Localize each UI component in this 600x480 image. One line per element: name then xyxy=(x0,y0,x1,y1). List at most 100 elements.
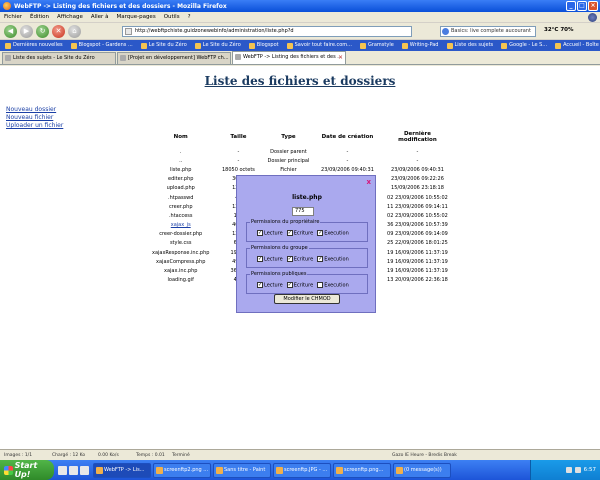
tab-close-icon[interactable]: × xyxy=(338,52,343,63)
table-row[interactable]: liste.php 18050 octets Fichier 23/09/2006 0… xyxy=(148,165,453,174)
menu-edition[interactable]: Édition xyxy=(30,14,49,20)
menu-marque-pages[interactable]: Marque-pages xyxy=(116,14,155,20)
minimize-button[interactable]: _ xyxy=(566,1,576,11)
bookmark-item[interactable]: Savoir tout faire.com... xyxy=(284,41,355,50)
menu-fichier[interactable]: Fichier xyxy=(4,14,22,20)
chmod-dialog: x liste.php 775 Permissions du propriéta… xyxy=(236,175,376,313)
stop-button[interactable]: ✕ xyxy=(52,24,65,38)
quicklaunch-icon[interactable] xyxy=(58,465,67,475)
upload-file-link[interactable]: Uploader un fichier xyxy=(6,122,63,129)
firefox-icon xyxy=(3,2,11,10)
tab-projet-webftp[interactable]: [Projet en développement] WebFTP ch... xyxy=(117,52,231,64)
menu-outils[interactable]: Outils xyxy=(164,14,180,20)
file-modified-cell: 36 23/09/2006 10:57:39 xyxy=(387,222,448,229)
close-window-button[interactable]: × xyxy=(588,1,598,11)
paint-icon xyxy=(216,466,223,474)
menu-aide[interactable]: ? xyxy=(188,14,191,20)
owner-read-option[interactable]: ✓ Lecture xyxy=(257,230,283,237)
url-bar[interactable]: http://webftpchiste.guidzonewebinfo/admi… xyxy=(122,26,412,37)
group-write-option[interactable]: ✓ Ecriture xyxy=(286,256,313,263)
owner-permissions-group: Permissions du propriétaire ✓ Lecture ✓ Ec… xyxy=(246,219,368,242)
file-name-cell[interactable]: xajaxResponse.inc.php xyxy=(148,248,213,257)
public-write-option[interactable]: ✓ Ecriture xyxy=(286,282,313,289)
bookmark-item[interactable]: Dernières nouvelles xyxy=(2,41,66,50)
bookmark-item[interactable]: Gramstyle xyxy=(357,41,397,50)
home-button[interactable]: ⌂ xyxy=(68,24,81,38)
tray-icon[interactable] xyxy=(574,467,581,473)
checkbox-icon[interactable]: ✓ xyxy=(317,256,324,262)
quick-launch xyxy=(54,465,93,475)
file-name-cell[interactable]: creer-dossier.php xyxy=(148,230,213,239)
taskbar-item[interactable]: screenftp.png... xyxy=(333,462,391,478)
file-name-cell[interactable]: .. xyxy=(148,156,213,165)
table-row[interactable]: .. - Dossier principal - - xyxy=(148,156,453,165)
bookmark-icon xyxy=(359,42,366,49)
taskbar-item[interactable]: (0 message(s)) xyxy=(393,462,451,478)
tab-webftp-listing[interactable]: WebFTP -> Listing des fichiers et des ..… xyxy=(232,51,346,64)
menu-bar: Fichier Édition Affichage Aller à Marque… xyxy=(0,12,600,23)
checkbox-icon[interactable]: ✓ xyxy=(257,230,263,236)
bookmark-item[interactable]: Blogspot - Gardens ... xyxy=(68,41,136,50)
public-read-option[interactable]: ✓ Lecture xyxy=(257,282,283,289)
file-name-cell[interactable]: xajaxCompress.php xyxy=(148,257,213,266)
bookmark-item[interactable]: Le Site du Zéro xyxy=(192,41,244,50)
taskbar-item[interactable]: screenftp2.png ... xyxy=(153,462,211,478)
bookmark-item[interactable]: Writing-Pad xyxy=(399,41,442,50)
taskbar-item[interactable]: Sans titre - Paint xyxy=(213,462,271,478)
file-created-cell: 23/09/2006 09:40:31 xyxy=(321,166,374,173)
quicklaunch-icon[interactable] xyxy=(69,465,78,475)
column-header-size: Taille xyxy=(230,134,247,140)
file-name-cell[interactable]: xajax_js xyxy=(148,221,213,230)
new-folder-link[interactable]: Nouveau dossier xyxy=(6,106,63,113)
bookmark-item[interactable]: Google - Le S... xyxy=(498,41,550,50)
owner-write-option[interactable]: ✓ Ecriture xyxy=(286,230,313,237)
group-read-option[interactable]: ✓ Lecture xyxy=(257,256,283,263)
checkbox-icon[interactable]: ✓ xyxy=(286,256,293,262)
file-name-cell[interactable]: liste.php xyxy=(148,165,213,174)
file-name-cell[interactable]: upload.php xyxy=(148,184,213,193)
quicklaunch-icon[interactable] xyxy=(80,465,89,475)
back-button[interactable]: ◀ xyxy=(4,24,17,38)
bookmark-item[interactable]: Accueil - Boîte de ... xyxy=(552,41,600,50)
file-name-cell[interactable]: style.css xyxy=(148,239,213,248)
reload-button[interactable]: ↻ xyxy=(36,24,49,38)
checkbox-icon[interactable] xyxy=(317,282,324,288)
checkbox-icon[interactable]: ✓ xyxy=(317,230,324,236)
start-button[interactable]: Start Up! xyxy=(0,460,54,480)
table-row[interactable]: . - Dossier parent - - xyxy=(148,147,453,156)
tab-liste-sujets[interactable]: Liste des sujets - Le Site du Zéro xyxy=(2,52,116,64)
taskbar-item[interactable]: WebFTP -> Lis... xyxy=(93,462,151,478)
tray-icon[interactable] xyxy=(565,467,572,473)
file-name-cell[interactable]: . xyxy=(148,147,213,156)
file-name-cell[interactable]: loading.gif xyxy=(148,276,213,285)
search-box[interactable]: Basics: live complete aucourant xyxy=(440,26,536,37)
menu-aller[interactable]: Aller à xyxy=(91,14,109,20)
file-name-cell[interactable]: .htaccess xyxy=(148,211,213,220)
file-name-cell[interactable]: editer.php xyxy=(148,175,213,184)
new-file-link[interactable]: Nouveau fichier xyxy=(6,114,63,121)
bookmark-item[interactable]: Le Site du Zéro xyxy=(138,41,190,50)
public-exec-option[interactable]: Execution xyxy=(317,282,349,289)
checkbox-icon[interactable]: ✓ xyxy=(286,230,293,236)
modify-chmod-button[interactable]: Modifier le CHMOD xyxy=(274,294,340,304)
taskbar-item[interactable]: screenftp.JPG - ... xyxy=(273,462,331,478)
bookmark-item[interactable]: Liste des sujets xyxy=(444,41,497,50)
checkbox-icon[interactable]: ✓ xyxy=(286,282,293,288)
close-dialog-icon[interactable]: x xyxy=(366,178,371,186)
forward-button[interactable]: ▶ xyxy=(20,24,33,38)
group-exec-option[interactable]: ✓ Execution xyxy=(317,256,349,263)
chmod-value-input[interactable]: 775 xyxy=(292,207,314,216)
checkbox-icon[interactable]: ✓ xyxy=(257,282,263,288)
column-header-created: Date de création xyxy=(321,134,374,140)
menu-affichage[interactable]: Affichage xyxy=(57,14,83,20)
image-file-icon xyxy=(156,466,163,474)
file-modified-cell: 19 16/09/2006 11:37:19 xyxy=(387,249,448,256)
owner-exec-option[interactable]: ✓ Execution xyxy=(317,230,349,237)
image-file-icon xyxy=(276,466,283,474)
file-name-cell[interactable]: .htpasswd xyxy=(148,193,213,202)
checkbox-icon[interactable]: ✓ xyxy=(257,256,263,262)
file-name-cell[interactable]: xajax.inc.php xyxy=(148,266,213,275)
maximize-button[interactable]: □ xyxy=(577,1,587,11)
file-name-cell[interactable]: creer.php xyxy=(148,202,213,211)
bookmark-item[interactable]: Blogspot xyxy=(246,41,282,50)
